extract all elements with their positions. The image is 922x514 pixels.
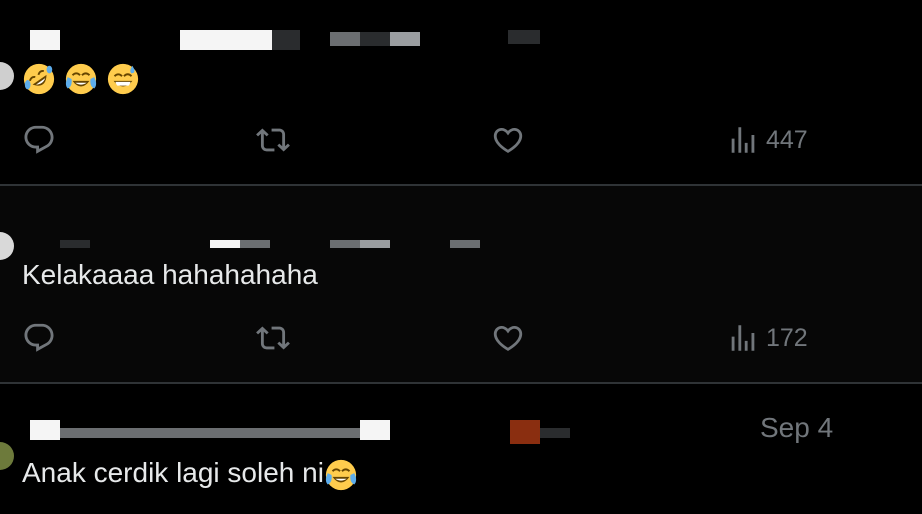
tweet-2[interactable]: Kelakaaaa hahahahaha 172 [0,186,922,382]
redacted-block [30,420,60,440]
tears-of-joy-emoji-icon [65,63,96,94]
tweet-1[interactable]: 447 [0,0,922,184]
tweet-3[interactable]: Sep 4 Anak cerdik lagi soleh ni [0,384,922,514]
avatar[interactable] [0,232,14,260]
retweet-button[interactable] [256,318,296,358]
avatar[interactable] [0,442,14,470]
redacted-block [390,32,420,46]
reply-icon [24,323,54,352]
redacted-block [180,30,272,50]
like-button[interactable] [491,318,531,358]
grinning-sweat-emoji-icon [107,63,138,94]
retweet-button[interactable] [256,120,296,160]
heart-icon [493,325,523,351]
reply-button[interactable] [22,120,62,160]
retweet-icon [256,326,290,350]
tweet-date[interactable]: Sep 4 [760,412,833,444]
avatar[interactable] [0,62,14,90]
reply-icon [24,125,54,154]
views-chart-icon [731,325,755,351]
tears-of-joy-emoji-icon [325,459,357,490]
tweet-actions: 447 [0,120,922,160]
view-count: 172 [766,323,808,352]
redacted-block [330,32,360,46]
views-button[interactable]: 447 [726,120,808,160]
redacted-block [210,240,240,248]
rolling-laughing-emoji-icon [23,63,55,94]
view-count: 447 [766,125,808,154]
redacted-block [60,428,360,438]
tweet-text: Kelakaaaa hahahahaha [22,259,318,290]
redacted-block [330,240,360,248]
redacted-block [240,240,270,248]
tweet-text: Anak cerdik lagi soleh ni [22,457,324,488]
tweet-body: Kelakaaaa hahahahaha [22,258,318,292]
redacted-block [510,420,540,444]
tweet-body: Anak cerdik lagi soleh ni [22,456,358,492]
reply-button[interactable] [22,318,62,358]
redacted-block [360,240,390,248]
redacted-block [360,32,390,46]
views-chart-icon [731,127,755,153]
redacted-block [30,30,60,50]
tweet-actions: 172 [0,318,922,358]
tweet-body [22,60,140,96]
like-button[interactable] [491,120,531,160]
redacted-block [272,30,300,50]
redacted-block [360,420,390,440]
heart-icon [493,127,523,153]
redacted-block [450,240,480,248]
views-button[interactable]: 172 [726,318,808,358]
redacted-block [540,428,570,438]
retweet-icon [256,128,290,152]
redacted-block [60,240,90,248]
redacted-block [508,30,540,44]
